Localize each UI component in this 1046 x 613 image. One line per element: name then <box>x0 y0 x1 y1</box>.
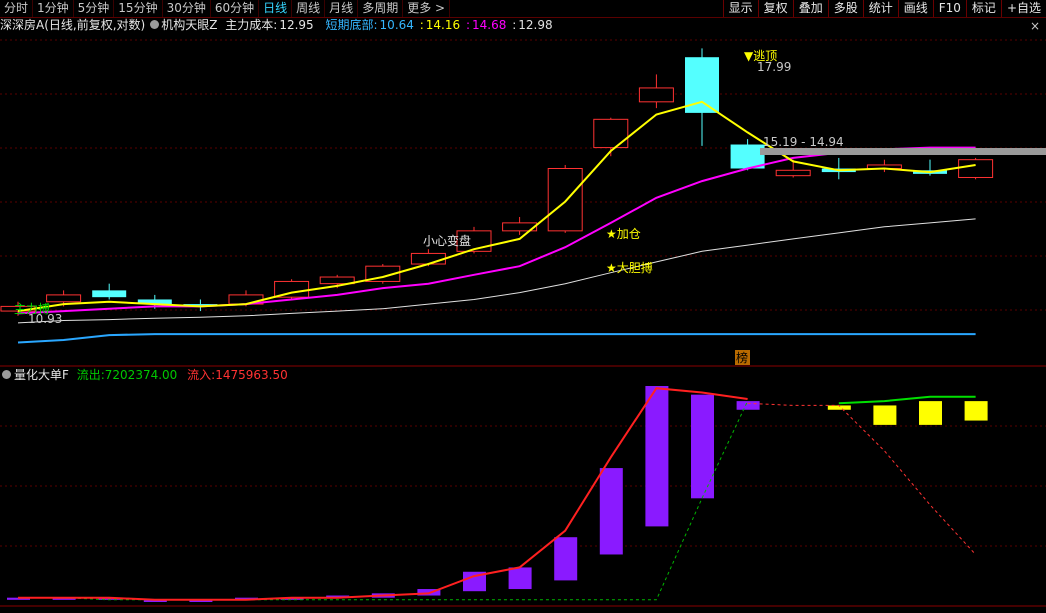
volume-bar-12 <box>554 537 578 581</box>
candle-body-14 <box>638 87 674 103</box>
grid-lines <box>0 39 1046 607</box>
volume-bar-21 <box>964 401 988 421</box>
base-cyan-line <box>17 333 976 344</box>
high-price-label: 17.99 <box>757 60 791 74</box>
add-position-label: ★加仓 <box>606 227 641 241</box>
candle-body-13 <box>593 118 629 149</box>
ma-magenta-line <box>17 146 976 315</box>
volume-bars <box>7 386 988 602</box>
volume-bar-13 <box>599 468 623 555</box>
volume-bar-11 <box>508 567 532 590</box>
volume-bar-19 <box>873 405 897 425</box>
volume-bar-20 <box>919 401 942 425</box>
range-label: 15.19 - 14.94 <box>763 135 844 149</box>
candle-body-9 <box>410 252 446 265</box>
low-price-label: 10.93 <box>28 312 62 326</box>
volume-bar-14 <box>645 386 669 527</box>
bold-bet-label: ★大胆搏 <box>606 261 653 275</box>
candle-body-2 <box>92 290 127 298</box>
kline-chart[interactable]: ▼逃顶 17.99 15.19 - 14.94 小心变盘 ★加仓 ★大胆搏 主力… <box>0 0 1046 613</box>
candle-body-12 <box>547 168 583 232</box>
ma-yellow-line <box>17 100 976 313</box>
candle-body-21 <box>958 159 994 178</box>
candles <box>0 48 994 316</box>
volume-bar-16 <box>736 401 760 410</box>
range-band <box>760 148 1046 155</box>
careful-label: 小心变盘 <box>423 233 471 248</box>
candle-body-1 <box>46 294 82 303</box>
candle-body-17 <box>775 169 811 177</box>
volume-bar-15 <box>691 394 714 499</box>
vol-green-dashed-line <box>18 400 749 601</box>
vol-red-line <box>18 387 748 601</box>
volume-lines <box>18 387 976 601</box>
vol-green-line <box>838 395 976 405</box>
badge-text[interactable]: 榜 <box>736 350 748 365</box>
